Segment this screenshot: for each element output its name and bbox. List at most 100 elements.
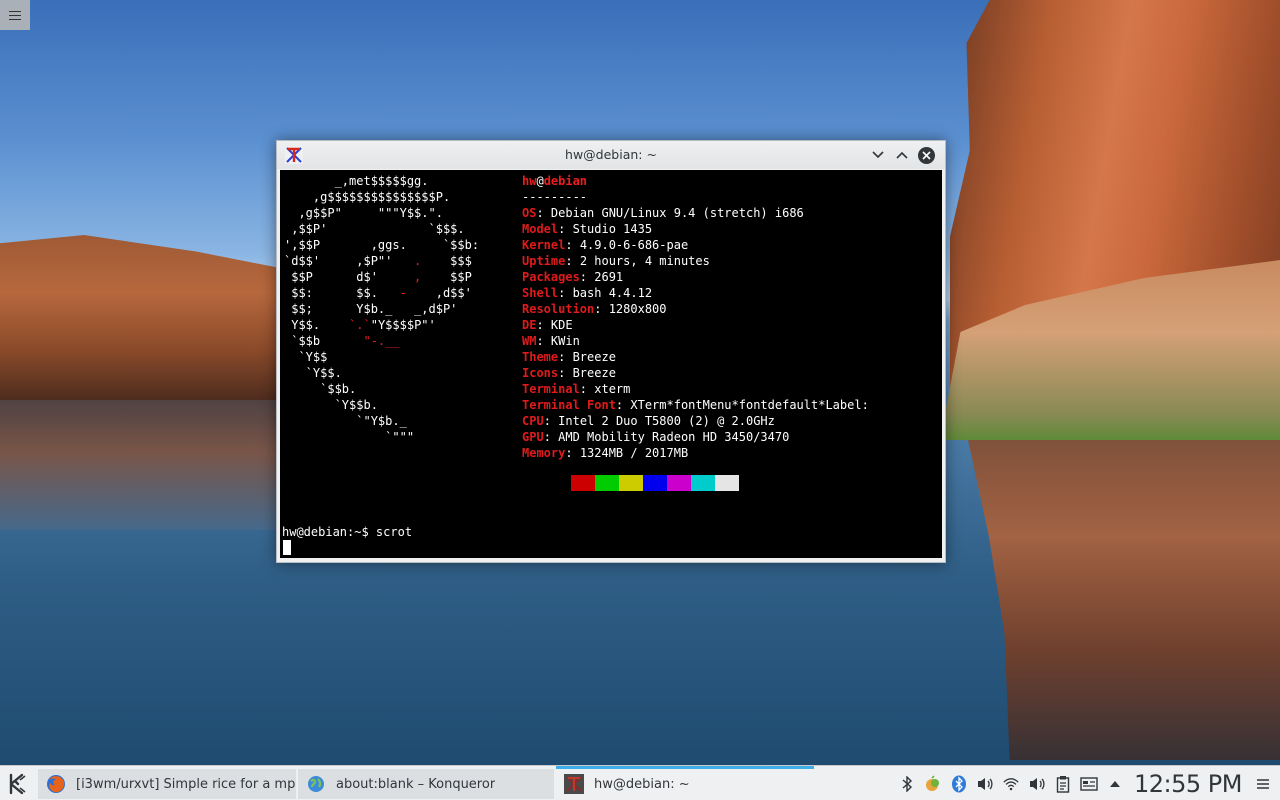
- color-palette: [547, 475, 739, 491]
- logo-line: `$$b "-.__: [284, 334, 400, 348]
- logo-line: ,g$$P" """Y$$.".: [284, 206, 443, 220]
- info-value: XTerm*fontMenu*fontdefault*Label:: [630, 398, 869, 412]
- active-task-indicator: [556, 766, 814, 769]
- logo-accent: ,: [414, 270, 422, 284]
- logo-line: $$P d$' , $$P: [284, 270, 472, 284]
- info-label: Terminal Font: [522, 398, 616, 412]
- info-label: CPU: [522, 414, 544, 428]
- device-notifier-icon[interactable]: [1080, 775, 1098, 793]
- info-colon: :: [536, 318, 551, 332]
- task-terminal[interactable]: hw@debian: ~: [556, 766, 814, 799]
- system-tray: 12:55 PM: [894, 766, 1280, 800]
- maximize-button[interactable]: [893, 146, 911, 164]
- task-label: hw@debian: ~: [594, 776, 690, 792]
- task-konqueror[interactable]: about:blank – Konqueror: [298, 769, 554, 799]
- info-value: Breeze: [572, 366, 616, 380]
- logo-line: `Y$$: [284, 350, 328, 364]
- desktop-toolbox-button[interactable]: [0, 0, 30, 30]
- logo-line: _,met$$$$$gg.: [284, 174, 429, 188]
- text-cursor: [283, 540, 291, 555]
- info-colon: :: [579, 382, 595, 396]
- info-row: Theme: Breeze: [522, 349, 616, 365]
- info-value: 2691: [594, 270, 624, 284]
- info-row: Packages: 2691: [522, 269, 623, 285]
- user-host-line: hw@debian: [522, 173, 587, 189]
- info-label: Theme: [522, 350, 559, 364]
- info-value: Breeze: [572, 350, 616, 364]
- info-row: DE: KDE: [522, 317, 573, 333]
- palette-swatch: [643, 475, 667, 491]
- info-label: DE: [522, 318, 537, 332]
- info-value: xterm: [594, 382, 631, 396]
- info-colon: :: [558, 366, 573, 380]
- user-name: hw: [522, 174, 537, 188]
- logo-accent: -: [399, 286, 407, 300]
- logo-line: `Y$$b.: [284, 398, 378, 412]
- taskbar: [i3wm/urxvt] Simple rice for a mpd... ab…: [0, 765, 1280, 800]
- xterm-icon: [564, 774, 584, 794]
- package-updates-icon[interactable]: [924, 775, 942, 793]
- palette-swatch: [571, 475, 595, 491]
- info-label: Packages: [522, 270, 580, 284]
- info-colon: :: [543, 430, 559, 444]
- task-firefox[interactable]: [i3wm/urxvt] Simple rice for a mpd...: [38, 769, 296, 799]
- firefox-icon: [47, 775, 65, 793]
- logo-line: Y$$. `.`"Y$$$$P"': [284, 318, 436, 332]
- wifi-icon[interactable]: [1002, 775, 1020, 793]
- info-value: 1280x800: [608, 302, 667, 316]
- palette-swatch: [691, 475, 715, 491]
- logo-line: `"Y$b._: [284, 414, 407, 428]
- bluetooth-icon[interactable]: [898, 775, 916, 793]
- info-colon: :: [565, 446, 580, 460]
- task-label: [i3wm/urxvt] Simple rice for a mpd...: [76, 776, 296, 792]
- info-label: OS: [522, 206, 537, 220]
- info-row: Shell: bash 4.4.12: [522, 285, 652, 301]
- info-row: CPU: Intel 2 Duo T5800 (2) @ 2.0GHz: [522, 413, 775, 429]
- info-value: Debian GNU/Linux 9.4 (stretch) i686: [550, 206, 804, 220]
- info-row: GPU: AMD Mobility Radeon HD 3450/3470: [522, 429, 789, 445]
- info-label: Icons: [522, 366, 559, 380]
- minimize-button[interactable]: [869, 146, 887, 164]
- info-colon: :: [558, 350, 573, 364]
- digital-clock[interactable]: 12:55 PM: [1134, 770, 1242, 798]
- wallpaper-left-cliff: [0, 235, 280, 400]
- kde-logo-icon: [9, 773, 26, 795]
- logo-line: `d$$' ,$P"' . $$$: [284, 254, 472, 268]
- info-label: Resolution: [522, 302, 595, 316]
- tray-expand-arrow-icon[interactable]: [1106, 775, 1124, 793]
- info-colon: :: [579, 270, 595, 284]
- info-value: 2 hours, 4 minutes: [579, 254, 710, 268]
- bluetooth-status-icon[interactable]: [950, 775, 968, 793]
- info-row: Terminal: xterm: [522, 381, 630, 397]
- logo-line: `Y$$.: [284, 366, 342, 380]
- logo-accent: "-.__: [363, 334, 400, 348]
- panel-menu-icon[interactable]: [1254, 775, 1272, 793]
- info-label: Model: [522, 222, 559, 236]
- info-colon: :: [543, 414, 559, 428]
- shell-prompt: hw@debian:~$ scrot: [282, 525, 413, 539]
- info-label: GPU: [522, 430, 544, 444]
- info-colon: :: [615, 398, 631, 412]
- terminal-output[interactable]: _,met$$$$$gg. ,g$$$$$$$$$$$$$$$P. ,g$$P"…: [280, 170, 942, 558]
- close-button[interactable]: [917, 146, 935, 164]
- info-value: Intel 2 Duo T5800 (2) @ 2.0GHz: [558, 414, 775, 428]
- volume-icon[interactable]: [976, 775, 994, 793]
- info-label: Memory: [522, 446, 566, 460]
- info-row: Terminal Font: XTerm*fontMenu*fontdefaul…: [522, 397, 869, 413]
- clipboard-icon[interactable]: [1054, 775, 1072, 793]
- logo-line: $$: $$. - ,d$$': [284, 286, 472, 300]
- logo-accent: .: [414, 254, 422, 268]
- info-value: 1324MB / 2017MB: [579, 446, 689, 460]
- info-value: Studio 1435: [572, 222, 653, 236]
- info-row: Kernel: 4.9.0-6-686-pae: [522, 237, 688, 253]
- hamburger-icon: [9, 10, 21, 20]
- logo-line: `""": [284, 430, 415, 444]
- info-colon: :: [594, 302, 609, 316]
- info-row: WM: KWin: [522, 333, 580, 349]
- application-launcher-button[interactable]: [4, 771, 32, 797]
- window-titlebar[interactable]: hw@debian: ~: [277, 141, 945, 169]
- palette-swatch: [595, 475, 619, 491]
- audio-output-icon[interactable]: [1028, 775, 1046, 793]
- info-row: Icons: Breeze: [522, 365, 616, 381]
- logo-line: `$$b.: [284, 382, 357, 396]
